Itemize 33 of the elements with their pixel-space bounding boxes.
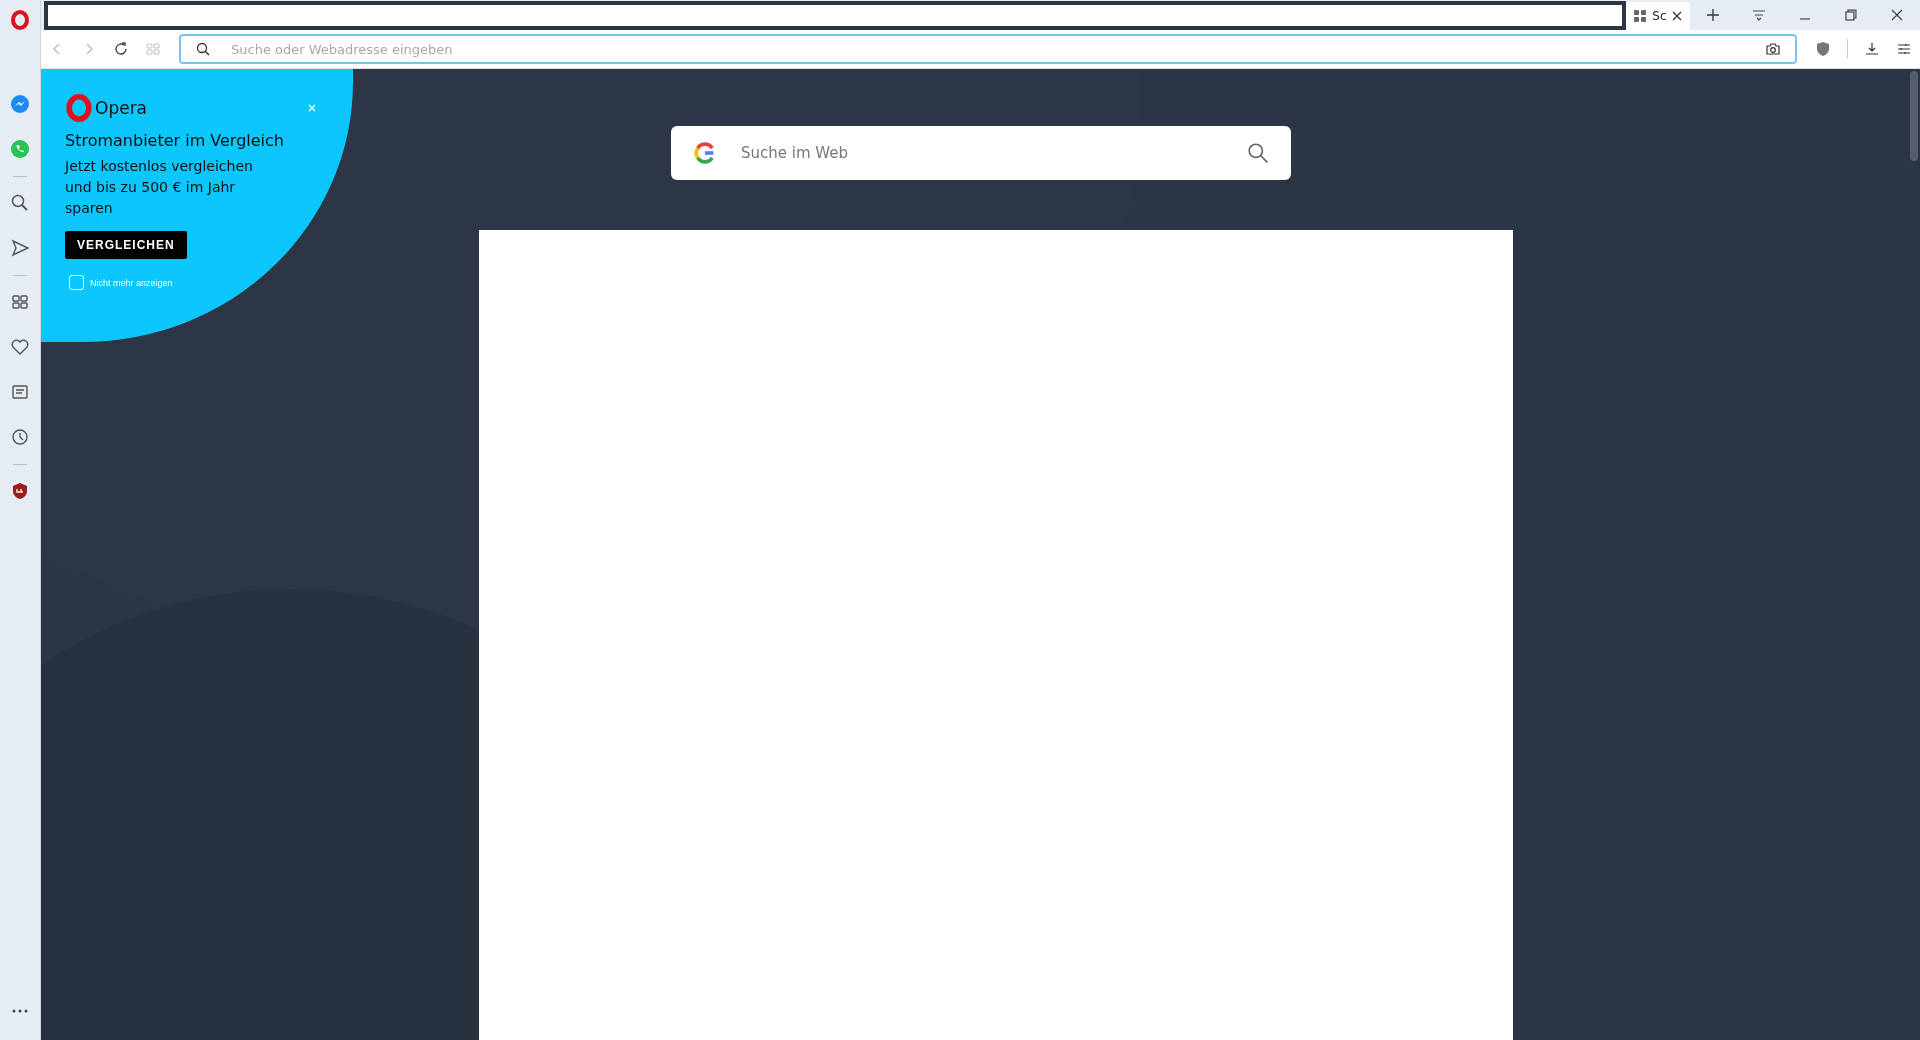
- clock-icon[interactable]: [10, 427, 30, 447]
- new-tab-icon[interactable]: [1705, 7, 1722, 23]
- brand-name: Opera: [95, 98, 148, 118]
- close-icon[interactable]: [1672, 11, 1683, 21]
- search-icon[interactable]: [1247, 142, 1269, 164]
- messenger-icon[interactable]: [10, 94, 30, 114]
- settings-icon[interactable]: [1896, 41, 1912, 57]
- shield-icon[interactable]: [10, 481, 30, 501]
- search-icon[interactable]: [10, 193, 30, 213]
- address-bar[interactable]: Suche oder Webadresse eingeben: [179, 34, 1797, 64]
- grid-icon[interactable]: [10, 292, 30, 312]
- send-icon[interactable]: [10, 238, 30, 258]
- promo-title: Stromanbieter im Vergleich: [65, 131, 285, 150]
- opera-logo-icon: [65, 93, 93, 123]
- browser-tab[interactable]: Sc: [1626, 2, 1691, 30]
- search-bar[interactable]: Suche im Web: [671, 126, 1291, 180]
- restore-icon[interactable]: [1843, 7, 1860, 23]
- grid-icon: [1634, 10, 1647, 22]
- compare-button[interactable]: VERGLEICHEN: [65, 231, 187, 259]
- tab-title: Sc: [1652, 9, 1667, 23]
- checkbox[interactable]: [69, 275, 84, 290]
- scrollbar-thumb[interactable]: [1910, 71, 1918, 161]
- opera-logo-icon[interactable]: [10, 10, 30, 30]
- close-icon[interactable]: [1889, 7, 1905, 23]
- search-icon: [195, 41, 211, 57]
- camera-icon[interactable]: [1765, 41, 1781, 57]
- shield-icon[interactable]: [1815, 41, 1831, 57]
- reload-icon[interactable]: [113, 41, 129, 57]
- download-icon[interactable]: [1864, 41, 1880, 57]
- more-icon[interactable]: [10, 1008, 30, 1014]
- heart-icon[interactable]: [10, 337, 30, 357]
- news-icon[interactable]: [10, 382, 30, 402]
- promo-text: Jetzt kostenlos vergleichen und bis zu 500 € im Jahr sparen: [65, 157, 254, 218]
